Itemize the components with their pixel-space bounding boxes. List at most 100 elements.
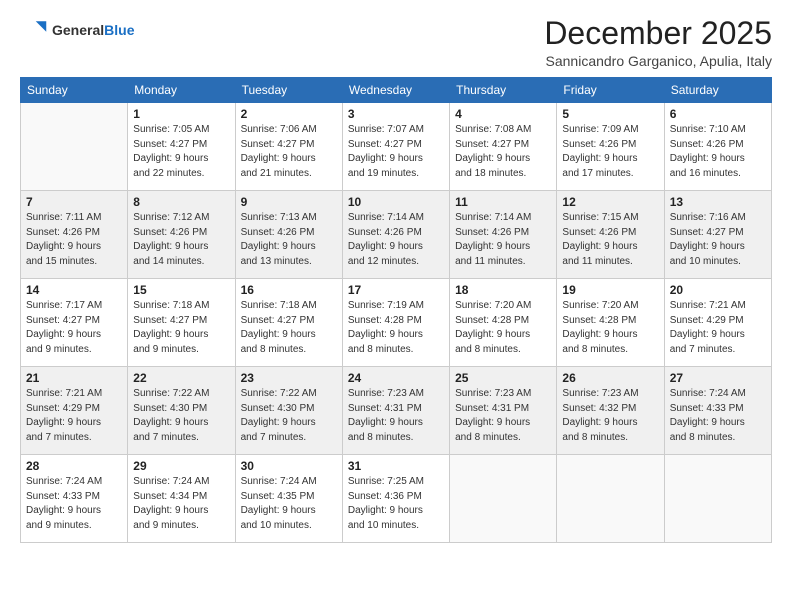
day-number: 13 bbox=[670, 195, 766, 209]
day-info: Sunrise: 7:18 AM Sunset: 4:27 PM Dayligh… bbox=[241, 299, 337, 357]
day-info: Sunrise: 7:21 AM Sunset: 4:29 PM Dayligh… bbox=[26, 387, 122, 445]
calendar-cell: 8Sunrise: 7:12 AM Sunset: 4:26 PM Daylig… bbox=[128, 191, 235, 279]
calendar-cell: 21 Sunrise: 7:21 AM Sunset: 4:29 PM Dayli… bbox=[21, 367, 128, 455]
day-number: 20 bbox=[670, 283, 766, 297]
day-info: Sunrise: 7:17 AM Sunset: 4:27 PM Dayligh… bbox=[26, 299, 122, 357]
calendar-week-3: 21 Sunrise: 7:21 AM Sunset: 4:29 PM Dayli… bbox=[21, 367, 772, 455]
calendar-week-2: 14Sunrise: 7:17 AM Sunset: 4:27 PM Dayli… bbox=[21, 279, 772, 367]
day-number: 17 bbox=[348, 283, 444, 297]
day-info: Sunrise: 7:16 AM Sunset: 4:27 PM Dayligh… bbox=[670, 211, 766, 269]
day-info: Sunrise: 7:25 AM Sunset: 4:36 PM Dayligh… bbox=[348, 475, 444, 533]
calendar-cell: 9 Sunrise: 7:13 AM Sunset: 4:26 PM Daylig… bbox=[235, 191, 342, 279]
day-number: 3 bbox=[348, 107, 444, 121]
col-sunday: Sunday bbox=[21, 78, 128, 103]
calendar-cell: 26 Sunrise: 7:23 AM Sunset: 4:32 PM Dayli… bbox=[557, 367, 664, 455]
calendar-cell: 16 Sunrise: 7:18 AM Sunset: 4:27 PM Dayli… bbox=[235, 279, 342, 367]
calendar-cell: 19Sunrise: 7:20 AM Sunset: 4:28 PM Dayli… bbox=[557, 279, 664, 367]
calendar-cell: 27 Sunrise: 7:24 AM Sunset: 4:33 PM Dayli… bbox=[664, 367, 771, 455]
calendar-cell: 15Sunrise: 7:18 AM Sunset: 4:27 PM Dayli… bbox=[128, 279, 235, 367]
logo: GeneralBlue bbox=[20, 16, 134, 44]
day-number: 23 bbox=[241, 371, 337, 385]
col-monday: Monday bbox=[128, 78, 235, 103]
day-info: Sunrise: 7:14 AM Sunset: 4:26 PM Dayligh… bbox=[348, 211, 444, 269]
day-number: 25 bbox=[455, 371, 551, 385]
month-title: December 2025 bbox=[544, 16, 772, 51]
day-info: Sunrise: 7:14 AM Sunset: 4:26 PM Dayligh… bbox=[455, 211, 551, 269]
calendar-cell: 30 Sunrise: 7:24 AM Sunset: 4:35 PM Dayli… bbox=[235, 455, 342, 543]
calendar-cell: 24 Sunrise: 7:23 AM Sunset: 4:31 PM Dayli… bbox=[342, 367, 449, 455]
day-info: Sunrise: 7:23 AM Sunset: 4:31 PM Dayligh… bbox=[348, 387, 444, 445]
day-info: Sunrise: 7:24 AM Sunset: 4:35 PM Dayligh… bbox=[241, 475, 337, 533]
day-number: 22 bbox=[133, 371, 229, 385]
calendar: Sunday Monday Tuesday Wednesday Thursday… bbox=[20, 77, 772, 543]
col-thursday: Thursday bbox=[450, 78, 557, 103]
day-number: 21 bbox=[26, 371, 122, 385]
day-number: 2 bbox=[241, 107, 337, 121]
calendar-cell: 7Sunrise: 7:11 AM Sunset: 4:26 PM Daylig… bbox=[21, 191, 128, 279]
calendar-cell: 3 Sunrise: 7:07 AM Sunset: 4:27 PM Daylig… bbox=[342, 103, 449, 191]
calendar-week-4: 28 Sunrise: 7:24 AM Sunset: 4:33 PM Dayli… bbox=[21, 455, 772, 543]
day-number: 28 bbox=[26, 459, 122, 473]
calendar-week-0: 1 Sunrise: 7:05 AM Sunset: 4:27 PM Daylig… bbox=[21, 103, 772, 191]
day-number: 31 bbox=[348, 459, 444, 473]
col-saturday: Saturday bbox=[664, 78, 771, 103]
calendar-cell: 22 Sunrise: 7:22 AM Sunset: 4:30 PM Dayli… bbox=[128, 367, 235, 455]
day-number: 30 bbox=[241, 459, 337, 473]
day-info: Sunrise: 7:12 AM Sunset: 4:26 PM Dayligh… bbox=[133, 211, 229, 269]
calendar-cell: 28 Sunrise: 7:24 AM Sunset: 4:33 PM Dayli… bbox=[21, 455, 128, 543]
calendar-cell: 10 Sunrise: 7:14 AM Sunset: 4:26 PM Dayli… bbox=[342, 191, 449, 279]
col-friday: Friday bbox=[557, 78, 664, 103]
day-number: 26 bbox=[562, 371, 658, 385]
logo-general: GeneralBlue bbox=[52, 22, 134, 39]
col-wednesday: Wednesday bbox=[342, 78, 449, 103]
calendar-cell bbox=[664, 455, 771, 543]
day-info: Sunrise: 7:21 AM Sunset: 4:29 PM Dayligh… bbox=[670, 299, 766, 357]
day-info: Sunrise: 7:23 AM Sunset: 4:32 PM Dayligh… bbox=[562, 387, 658, 445]
logo-text: GeneralBlue bbox=[52, 22, 134, 39]
day-number: 4 bbox=[455, 107, 551, 121]
calendar-header-row: Sunday Monday Tuesday Wednesday Thursday… bbox=[21, 78, 772, 103]
day-number: 15 bbox=[133, 283, 229, 297]
day-info: Sunrise: 7:11 AM Sunset: 4:26 PM Dayligh… bbox=[26, 211, 122, 269]
calendar-cell bbox=[450, 455, 557, 543]
day-number: 27 bbox=[670, 371, 766, 385]
calendar-cell: 13 Sunrise: 7:16 AM Sunset: 4:27 PM Dayli… bbox=[664, 191, 771, 279]
day-info: Sunrise: 7:06 AM Sunset: 4:27 PM Dayligh… bbox=[241, 123, 337, 181]
day-info: Sunrise: 7:22 AM Sunset: 4:30 PM Dayligh… bbox=[241, 387, 337, 445]
day-number: 11 bbox=[455, 195, 551, 209]
day-info: Sunrise: 7:07 AM Sunset: 4:27 PM Dayligh… bbox=[348, 123, 444, 181]
day-info: Sunrise: 7:24 AM Sunset: 4:33 PM Dayligh… bbox=[26, 475, 122, 533]
calendar-cell: 6Sunrise: 7:10 AM Sunset: 4:26 PM Daylig… bbox=[664, 103, 771, 191]
day-info: Sunrise: 7:09 AM Sunset: 4:26 PM Dayligh… bbox=[562, 123, 658, 181]
title-block: December 2025 Sannicandro Garganico, Apu… bbox=[544, 16, 772, 69]
calendar-cell: 25 Sunrise: 7:23 AM Sunset: 4:31 PM Dayli… bbox=[450, 367, 557, 455]
calendar-cell bbox=[21, 103, 128, 191]
day-number: 24 bbox=[348, 371, 444, 385]
calendar-cell: 18 Sunrise: 7:20 AM Sunset: 4:28 PM Dayli… bbox=[450, 279, 557, 367]
location-title: Sannicandro Garganico, Apulia, Italy bbox=[544, 53, 772, 69]
calendar-cell: 5 Sunrise: 7:09 AM Sunset: 4:26 PM Daylig… bbox=[557, 103, 664, 191]
day-info: Sunrise: 7:05 AM Sunset: 4:27 PM Dayligh… bbox=[133, 123, 229, 181]
calendar-cell: 2 Sunrise: 7:06 AM Sunset: 4:27 PM Daylig… bbox=[235, 103, 342, 191]
day-info: Sunrise: 7:22 AM Sunset: 4:30 PM Dayligh… bbox=[133, 387, 229, 445]
calendar-cell: 31 Sunrise: 7:25 AM Sunset: 4:36 PM Dayli… bbox=[342, 455, 449, 543]
day-info: Sunrise: 7:20 AM Sunset: 4:28 PM Dayligh… bbox=[455, 299, 551, 357]
day-number: 29 bbox=[133, 459, 229, 473]
logo-icon bbox=[20, 16, 48, 44]
day-number: 9 bbox=[241, 195, 337, 209]
day-info: Sunrise: 7:24 AM Sunset: 4:33 PM Dayligh… bbox=[670, 387, 766, 445]
calendar-cell: 11 Sunrise: 7:14 AM Sunset: 4:26 PM Dayli… bbox=[450, 191, 557, 279]
day-number: 5 bbox=[562, 107, 658, 121]
day-number: 16 bbox=[241, 283, 337, 297]
day-number: 18 bbox=[455, 283, 551, 297]
day-info: Sunrise: 7:13 AM Sunset: 4:26 PM Dayligh… bbox=[241, 211, 337, 269]
page: GeneralBlue December 2025 Sannicandro Ga… bbox=[0, 0, 792, 612]
day-number: 12 bbox=[562, 195, 658, 209]
calendar-week-1: 7Sunrise: 7:11 AM Sunset: 4:26 PM Daylig… bbox=[21, 191, 772, 279]
day-info: Sunrise: 7:23 AM Sunset: 4:31 PM Dayligh… bbox=[455, 387, 551, 445]
day-info: Sunrise: 7:24 AM Sunset: 4:34 PM Dayligh… bbox=[133, 475, 229, 533]
day-number: 1 bbox=[133, 107, 229, 121]
calendar-cell: 12Sunrise: 7:15 AM Sunset: 4:26 PM Dayli… bbox=[557, 191, 664, 279]
calendar-cell: 17Sunrise: 7:19 AM Sunset: 4:28 PM Dayli… bbox=[342, 279, 449, 367]
day-number: 10 bbox=[348, 195, 444, 209]
